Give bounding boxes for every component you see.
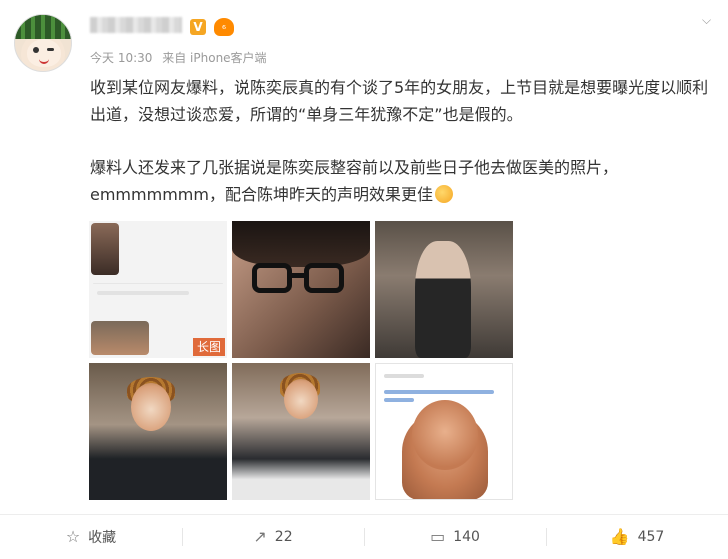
star-icon: ☆ (65, 527, 81, 546)
member-level-badge-icon: ₆ (214, 18, 234, 36)
avatar-hair (15, 15, 71, 39)
mask-face (284, 379, 318, 419)
post-source: 来自 iPhone客户端 (162, 51, 267, 65)
post-paragraph-2-text: 爆料人还发来了几张据说是陈奕辰整容前以及前些日子他去做医美的照片，emmmmmm… (90, 158, 619, 204)
repost-count: 22 (274, 529, 293, 545)
image-thumbnail-4[interactable] (89, 363, 227, 500)
author-name-blurred[interactable] (90, 17, 182, 37)
favorite-label: 收藏 (88, 530, 117, 546)
comment-icon: ▭ (430, 527, 446, 546)
like-count: 457 (637, 529, 665, 545)
doc-text-line (384, 374, 424, 378)
photo-hair (232, 221, 370, 267)
post-text: 收到某位网友爆料，说陈奕辰真的有个谈了5年的女朋友，上节目就是想要曝光度以顺利出… (90, 74, 716, 208)
share-icon: ↗ (253, 527, 267, 546)
favorite-button[interactable]: ☆ 收藏 (0, 515, 182, 559)
mask-face (131, 383, 171, 431)
chat-photo-thumb (91, 321, 149, 355)
author-avatar[interactable] (14, 14, 72, 72)
photo-glasses (252, 263, 350, 297)
glasses-lens-right (304, 263, 344, 293)
repost-button[interactable]: ↗ 22 (182, 515, 364, 559)
image-thumbnail-1[interactable]: 长图 (89, 221, 227, 358)
image-thumbnail-3[interactable] (375, 221, 513, 358)
verified-badge-icon: V (190, 19, 206, 35)
post-time[interactable]: 今天 10:30 (90, 51, 152, 65)
chat-divider (93, 283, 223, 284)
like-button[interactable]: 👍 457 (546, 515, 728, 559)
image-grid: 长图 (89, 221, 515, 501)
photo-person (415, 241, 471, 358)
buddha-head (412, 400, 478, 470)
thumbs-up-icon: 👍 (609, 527, 630, 546)
image-thumbnail-2[interactable] (232, 221, 370, 358)
post-menu-chevron-icon[interactable]: ⌵ (702, 14, 714, 26)
avatar-eye-left (33, 47, 39, 53)
long-image-badge: 长图 (192, 338, 225, 356)
doc-link-line (384, 390, 494, 394)
chat-photo-thumb (91, 223, 119, 275)
post-paragraph-2: 爆料人还发来了几张据说是陈奕辰整容前以及前些日子他去做医美的照片，emmmmmm… (90, 154, 716, 208)
post-meta: 今天 10:30 来自 iPhone客户端 (90, 49, 273, 66)
doc-link-line (384, 398, 414, 402)
comment-count: 140 (453, 529, 480, 545)
emoji-icon (434, 185, 453, 203)
post-paragraph-1: 收到某位网友爆料，说陈奕辰真的有个谈了5年的女朋友，上节目就是想要曝光度以顺利出… (90, 78, 709, 124)
chat-text-line (97, 291, 189, 295)
image-thumbnail-5[interactable] (232, 363, 370, 500)
image-thumbnail-6[interactable] (375, 363, 513, 500)
comment-button[interactable]: ▭ 140 (364, 515, 546, 559)
post-action-bar: ☆ 收藏 ↗ 22 ▭ 140 👍 457 (0, 514, 728, 559)
blurred-username (90, 17, 182, 33)
avatar-eye-right (47, 48, 54, 51)
glasses-lens-left (252, 263, 292, 293)
